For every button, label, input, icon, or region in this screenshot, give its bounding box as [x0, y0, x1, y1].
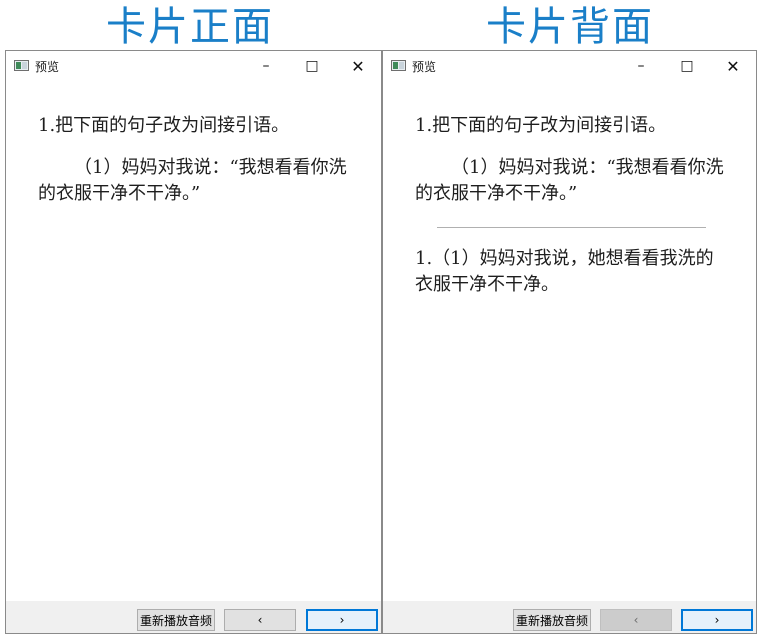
window-title: 预览 [412, 60, 437, 74]
minimize-icon[interactable]: – [243, 51, 289, 81]
question-title: 1.把下面的句子改为间接引语。 [415, 115, 667, 136]
preview-window-front: 预览 – □ ✕ 1.把下面的句子改为间接引语。 （1）妈妈对我说：“我想看看你… [5, 50, 382, 634]
question-body: （1）妈妈对我说：“我想看看你洗的衣服干净不干净。” [38, 157, 347, 204]
card-content: 1.把下面的句子改为间接引语。 （1）妈妈对我说：“我想看看你洗的衣服干净不干净… [6, 81, 381, 601]
previous-button[interactable]: ‹ [224, 609, 296, 631]
maximize-icon[interactable]: □ [664, 51, 710, 81]
card-back-caption: 卡片背面 [486, 4, 654, 50]
app-window-icon [391, 60, 406, 71]
bottom-bar: 重新播放音频 ‹ › [383, 601, 756, 633]
minimize-icon[interactable]: – [618, 51, 664, 81]
question-body: （1）妈妈对我说：“我想看看你洗的衣服干净不干净。” [415, 157, 724, 204]
card-content: 1.把下面的句子改为间接引语。 （1）妈妈对我说：“我想看看你洗的衣服干净不干净… [383, 81, 756, 601]
question-title: 1.把下面的句子改为间接引语。 [38, 115, 290, 136]
card-front-caption: 卡片正面 [106, 4, 274, 50]
app-window-icon [14, 60, 29, 71]
answer-text: 1.（1）妈妈对我说，她想看看我洗的衣服干净不干净。 [415, 248, 714, 295]
next-button[interactable]: › [681, 609, 753, 631]
previous-button-disabled[interactable]: ‹ [600, 609, 672, 631]
answer-divider [437, 227, 706, 228]
replay-audio-button[interactable]: 重新播放音频 [513, 609, 591, 631]
title-bar[interactable]: 预览 – □ ✕ [6, 51, 381, 81]
replay-audio-button[interactable]: 重新播放音频 [137, 609, 215, 631]
close-icon[interactable]: ✕ [335, 51, 381, 81]
preview-window-back: 预览 – □ ✕ 1.把下面的句子改为间接引语。 （1）妈妈对我说：“我想看看你… [382, 50, 757, 634]
window-title: 预览 [35, 60, 60, 74]
bottom-bar: 重新播放音频 ‹ › [6, 601, 381, 633]
next-button[interactable]: › [306, 609, 378, 631]
title-bar[interactable]: 预览 – □ ✕ [383, 51, 756, 81]
close-icon[interactable]: ✕ [710, 51, 756, 81]
maximize-icon[interactable]: □ [289, 51, 335, 81]
